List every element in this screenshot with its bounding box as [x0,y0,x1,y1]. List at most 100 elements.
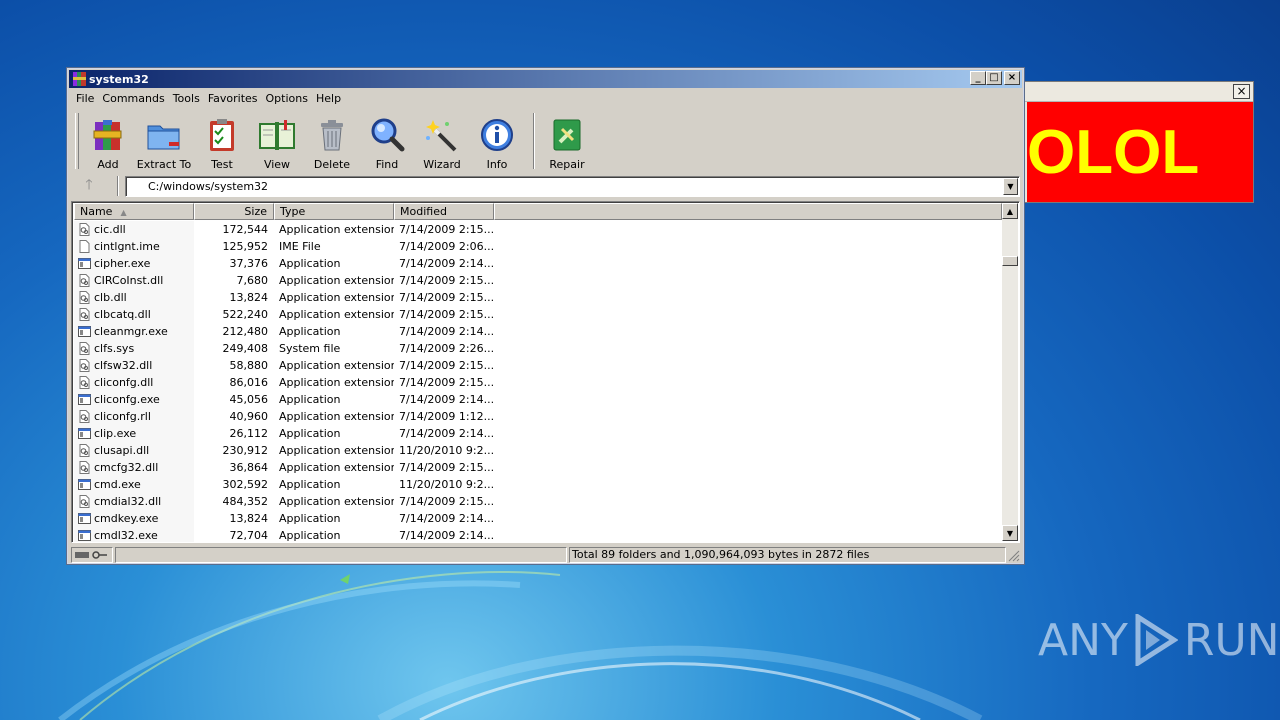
menu-file[interactable]: File [75,92,101,105]
minimize-button[interactable]: _ [970,71,986,85]
file-name: cmcfg32.dll [94,461,159,474]
file-modified: 7/14/2009 2:15... [399,223,494,236]
file-name-cell: cintlgnt.ime [74,238,194,255]
dll-file-icon [79,376,90,389]
scroll-down-button[interactable]: ▼ [1002,525,1018,541]
close-button[interactable]: × [1004,71,1020,85]
file-size: 125,952 [222,240,269,253]
table-row[interactable]: clip.exe 26,112 Application 7/14/2009 2:14.… [74,425,1002,442]
file-type: Application [279,325,341,338]
find-magnifier-icon [371,118,405,152]
menu-help[interactable]: Help [315,92,348,105]
file-name-cell: cleanmgr.exe [74,323,194,340]
file-size: 249,408 [222,342,269,355]
repair-kit-icon [553,119,581,151]
table-row[interactable]: cmdkey.exe 13,824 Application 7/14/2009 2:1… [74,510,1002,527]
exe-file-icon [78,258,91,269]
file-size: 212,480 [222,325,269,338]
extract-to-button[interactable]: Extract To [133,111,195,171]
file-type: System file [279,342,341,355]
file-name: clip.exe [94,427,137,440]
file-size: 302,592 [222,478,269,491]
file-type: Application extension [279,274,394,287]
file-modified: 7/14/2009 2:15... [399,359,494,372]
file-name-cell: clip.exe [74,425,194,442]
address-field[interactable]: C:/windows/system32 ▼ [125,175,1020,197]
winrar-app-icon [73,72,86,86]
test-button[interactable]: Test [195,111,249,171]
add-button[interactable]: Add [83,111,133,171]
file-type: Application extension [279,223,394,236]
file-type: Application [279,529,341,542]
maximize-button[interactable]: □ [986,71,1002,85]
info-button[interactable]: Info [469,111,525,171]
file-type: Application extension [279,308,394,321]
file-type: Application [279,512,341,525]
scroll-thumb[interactable] [1002,256,1018,266]
column-modified-header[interactable]: Modified [394,203,494,220]
table-row[interactable]: clb.dll 13,824 Application extension 7/14/2… [74,289,1002,306]
olol-popup-window: × OLOL [1012,81,1254,203]
table-row[interactable]: CIRCoInst.dll 7,680 Application extension 7… [74,272,1002,289]
file-modified: 7/14/2009 2:14... [399,529,494,542]
table-row[interactable]: cmd.exe 302,592 Application 11/20/2010 9:2.… [74,476,1002,493]
vertical-scrollbar[interactable]: ▲ ▼ [1002,203,1018,541]
file-rows: cic.dll 172,544 Application extension 7/14/… [74,221,1002,542]
file-size: 86,016 [229,376,269,389]
file-name: cmd.exe [94,478,141,491]
file-size: 72,704 [229,529,269,542]
column-name-label: Name [80,205,113,218]
table-row[interactable]: clfsw32.dll 58,880 Application extension 7/… [74,357,1002,374]
file-name-cell: clusapi.dll [74,442,194,459]
delete-button[interactable]: Delete [305,111,359,171]
table-row[interactable]: cleanmgr.exe 212,480 Application 7/14/2009 … [74,323,1002,340]
find-button[interactable]: Find [359,111,415,171]
add-archive-icon [93,120,122,150]
table-row[interactable]: cipher.exe 37,376 Application 7/14/2009 2:1… [74,255,1002,272]
test-clipboard-icon [210,119,234,151]
resize-grip-icon[interactable] [1006,548,1020,562]
table-row[interactable]: clusapi.dll 230,912 Application extension 1… [74,442,1002,459]
file-type: Application extension [279,359,394,372]
table-row[interactable]: cmdl32.exe 72,704 Application 7/14/2009 2:1… [74,527,1002,542]
file-name: cic.dll [94,223,126,236]
table-row[interactable]: clbcatq.dll 522,240 Application extension 7… [74,306,1002,323]
file-name-cell: cmdial32.dll [74,493,194,510]
table-row[interactable]: cic.dll 172,544 Application extension 7/14/… [74,221,1002,238]
wizard-button[interactable]: Wizard [415,111,469,171]
table-row[interactable]: cliconfg.dll 86,016 Application extension 7… [74,374,1002,391]
table-row[interactable]: cliconfg.rll 40,960 Application extension 7… [74,408,1002,425]
file-modified: 11/20/2010 9:2... [399,478,494,491]
sort-ascending-icon: ▲ [120,208,127,217]
scroll-up-button[interactable]: ▲ [1002,203,1018,219]
exe-file-icon [78,513,91,524]
file-name: cliconfg.dll [94,376,154,389]
file-name-cell: cipher.exe [74,255,194,272]
up-folder-button[interactable]: 🡑 [71,175,107,197]
table-row[interactable]: clfs.sys 249,408 System file 7/14/2009 2:26… [74,340,1002,357]
view-button[interactable]: View [249,111,305,171]
file-modified: 7/14/2009 1:12... [399,410,494,423]
wizard-wand-icon [426,120,457,152]
toolbar: Add Extract To Test View Delete Find Wiz… [75,111,1020,171]
repair-button[interactable]: Repair [545,111,589,171]
dll-file-icon [79,291,90,304]
table-row[interactable]: cmcfg32.dll 36,864 Application extension 7/… [74,459,1002,476]
file-modified: 7/14/2009 2:14... [399,393,494,406]
table-row[interactable]: cliconfg.exe 45,056 Application 7/14/2009 2… [74,391,1002,408]
column-size-header[interactable]: Size [194,203,274,220]
file-name-cell: cliconfg.dll [74,374,194,391]
dll-file-icon [79,223,90,236]
address-dropdown-button[interactable]: ▼ [1003,177,1018,195]
file-name: clfs.sys [94,342,135,355]
menu-favorites[interactable]: Favorites [207,92,265,105]
column-type-header[interactable]: Type [274,203,394,220]
menu-tools[interactable]: Tools [172,92,207,105]
popup-close-button[interactable]: × [1233,84,1250,99]
file-size: 230,912 [222,444,269,457]
menu-options[interactable]: Options [265,92,315,105]
column-name-header[interactable]: Name ▲ [74,203,194,220]
table-row[interactable]: cmdial32.dll 484,352 Application extension… [74,493,1002,510]
menu-commands[interactable]: Commands [101,92,171,105]
table-row[interactable]: cintlgnt.ime 125,952 IME File 7/14/2009 2:0… [74,238,1002,255]
